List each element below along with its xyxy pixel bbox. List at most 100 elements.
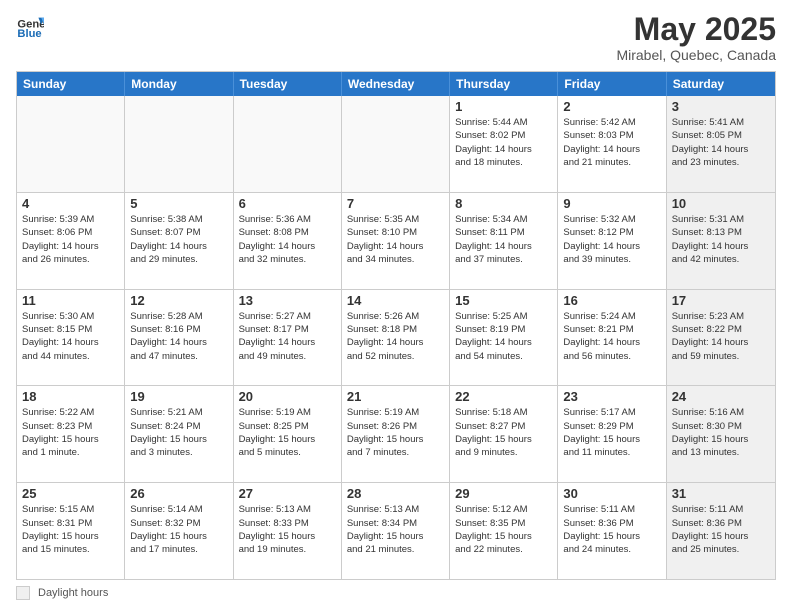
day-info: Sunrise: 5:21 AM Sunset: 8:24 PM Dayligh… [130,406,227,459]
day-number: 2 [563,99,660,114]
cal-cell: 26Sunrise: 5:14 AM Sunset: 8:32 PM Dayli… [125,483,233,579]
day-number: 24 [672,389,770,404]
cal-header-wednesday: Wednesday [342,72,450,96]
cal-cell: 13Sunrise: 5:27 AM Sunset: 8:17 PM Dayli… [234,290,342,386]
cal-cell: 12Sunrise: 5:28 AM Sunset: 8:16 PM Dayli… [125,290,233,386]
day-number: 14 [347,293,444,308]
day-info: Sunrise: 5:18 AM Sunset: 8:27 PM Dayligh… [455,406,552,459]
logo: General Blue [16,12,44,40]
day-info: Sunrise: 5:26 AM Sunset: 8:18 PM Dayligh… [347,310,444,363]
cal-cell: 17 Sunrise: 5:23 AM Sunset: 8:22 PM Dayli… [667,290,775,386]
cal-week-2: 4 Sunrise: 5:39 AM Sunset: 8:06 PM Daylig… [17,193,775,290]
cal-cell: 30 Sunrise: 5:11 AM Sunset: 8:36 PM Dayli… [558,483,666,579]
day-info: Sunrise: 5:17 AM Sunset: 8:29 PM Dayligh… [563,406,660,459]
day-number: 8 [455,196,552,211]
cal-cell [125,96,233,192]
month-title: May 2025 [616,12,776,47]
day-number: 31 [672,486,770,501]
day-number: 19 [130,389,227,404]
cal-cell [234,96,342,192]
day-number: 25 [22,486,119,501]
day-number: 23 [563,389,660,404]
day-info: Sunrise: 5:31 AM Sunset: 8:13 PM Dayligh… [672,213,770,266]
cal-header-tuesday: Tuesday [234,72,342,96]
cal-cell: 23 Sunrise: 5:17 AM Sunset: 8:29 PM Dayli… [558,386,666,482]
day-info: Sunrise: 5:24 AM Sunset: 8:21 PM Dayligh… [563,310,660,363]
day-number: 30 [563,486,660,501]
cal-week-5: 25 Sunrise: 5:15 AM Sunset: 8:31 PM Dayli… [17,483,775,579]
cal-week-4: 18Sunrise: 5:22 AM Sunset: 8:23 PM Dayli… [17,386,775,483]
day-number: 22 [455,389,552,404]
day-info: Sunrise: 5:12 AM Sunset: 8:35 PM Dayligh… [455,503,552,556]
day-number: 21 [347,389,444,404]
calendar: SundayMondayTuesdayWednesdayThursdayFrid… [16,71,776,580]
cal-cell: 9 Sunrise: 5:32 AM Sunset: 8:12 PM Daylig… [558,193,666,289]
day-number: 27 [239,486,336,501]
legend-label: Daylight hours [38,587,108,599]
cal-cell: 7Sunrise: 5:35 AM Sunset: 8:10 PM Daylig… [342,193,450,289]
day-info: Sunrise: 5:11 AM Sunset: 8:36 PM Dayligh… [672,503,770,556]
day-number: 9 [563,196,660,211]
day-number: 5 [130,196,227,211]
day-info: Sunrise: 5:36 AM Sunset: 8:08 PM Dayligh… [239,213,336,266]
footer: Daylight hours [16,586,776,600]
subtitle: Mirabel, Quebec, Canada [616,47,776,63]
cal-header-friday: Friday [558,72,666,96]
day-number: 3 [672,99,770,114]
cal-cell: 29 Sunrise: 5:12 AM Sunset: 8:35 PM Dayli… [450,483,558,579]
cal-week-3: 11Sunrise: 5:30 AM Sunset: 8:15 PM Dayli… [17,290,775,387]
day-info: Sunrise: 5:11 AM Sunset: 8:36 PM Dayligh… [563,503,660,556]
cal-cell: 15 Sunrise: 5:25 AM Sunset: 8:19 PM Dayli… [450,290,558,386]
day-number: 4 [22,196,119,211]
cal-cell: 4 Sunrise: 5:39 AM Sunset: 8:06 PM Daylig… [17,193,125,289]
day-info: Sunrise: 5:23 AM Sunset: 8:22 PM Dayligh… [672,310,770,363]
day-number: 28 [347,486,444,501]
day-info: Sunrise: 5:42 AM Sunset: 8:03 PM Dayligh… [563,116,660,169]
legend-box [16,586,30,600]
day-info: Sunrise: 5:15 AM Sunset: 8:31 PM Dayligh… [22,503,119,556]
day-info: Sunrise: 5:13 AM Sunset: 8:34 PM Dayligh… [347,503,444,556]
day-info: Sunrise: 5:38 AM Sunset: 8:07 PM Dayligh… [130,213,227,266]
calendar-header-row: SundayMondayTuesdayWednesdayThursdayFrid… [17,72,775,96]
day-info: Sunrise: 5:44 AM Sunset: 8:02 PM Dayligh… [455,116,552,169]
cal-header-sunday: Sunday [17,72,125,96]
day-number: 16 [563,293,660,308]
cal-cell: 24 Sunrise: 5:16 AM Sunset: 8:30 PM Dayli… [667,386,775,482]
day-info: Sunrise: 5:32 AM Sunset: 8:12 PM Dayligh… [563,213,660,266]
day-number: 17 [672,293,770,308]
cal-header-monday: Monday [125,72,233,96]
header: General Blue May 2025 Mirabel, Quebec, C… [16,12,776,63]
logo-icon: General Blue [16,12,44,40]
cal-cell: 3Sunrise: 5:41 AM Sunset: 8:05 PM Daylig… [667,96,775,192]
day-info: Sunrise: 5:25 AM Sunset: 8:19 PM Dayligh… [455,310,552,363]
cal-cell: 21Sunrise: 5:19 AM Sunset: 8:26 PM Dayli… [342,386,450,482]
cal-header-thursday: Thursday [450,72,558,96]
calendar-body: 1Sunrise: 5:44 AM Sunset: 8:02 PM Daylig… [17,96,775,579]
title-block: May 2025 Mirabel, Quebec, Canada [616,12,776,63]
page: General Blue May 2025 Mirabel, Quebec, C… [0,0,792,612]
cal-cell: 18Sunrise: 5:22 AM Sunset: 8:23 PM Dayli… [17,386,125,482]
cal-week-1: 1Sunrise: 5:44 AM Sunset: 8:02 PM Daylig… [17,96,775,193]
day-number: 15 [455,293,552,308]
day-number: 12 [130,293,227,308]
day-number: 20 [239,389,336,404]
day-info: Sunrise: 5:30 AM Sunset: 8:15 PM Dayligh… [22,310,119,363]
cal-cell: 16 Sunrise: 5:24 AM Sunset: 8:21 PM Dayli… [558,290,666,386]
day-info: Sunrise: 5:35 AM Sunset: 8:10 PM Dayligh… [347,213,444,266]
cal-cell: 1Sunrise: 5:44 AM Sunset: 8:02 PM Daylig… [450,96,558,192]
cal-cell: 22 Sunrise: 5:18 AM Sunset: 8:27 PM Dayli… [450,386,558,482]
cal-cell: 2 Sunrise: 5:42 AM Sunset: 8:03 PM Daylig… [558,96,666,192]
cal-cell [17,96,125,192]
day-info: Sunrise: 5:22 AM Sunset: 8:23 PM Dayligh… [22,406,119,459]
day-info: Sunrise: 5:34 AM Sunset: 8:11 PM Dayligh… [455,213,552,266]
cal-cell: 28 Sunrise: 5:13 AM Sunset: 8:34 PM Dayli… [342,483,450,579]
day-info: Sunrise: 5:16 AM Sunset: 8:30 PM Dayligh… [672,406,770,459]
cal-cell: 10 Sunrise: 5:31 AM Sunset: 8:13 PM Dayli… [667,193,775,289]
day-number: 6 [239,196,336,211]
cal-header-saturday: Saturday [667,72,775,96]
day-number: 29 [455,486,552,501]
day-number: 26 [130,486,227,501]
day-info: Sunrise: 5:39 AM Sunset: 8:06 PM Dayligh… [22,213,119,266]
cal-cell: 8 Sunrise: 5:34 AM Sunset: 8:11 PM Daylig… [450,193,558,289]
day-number: 10 [672,196,770,211]
